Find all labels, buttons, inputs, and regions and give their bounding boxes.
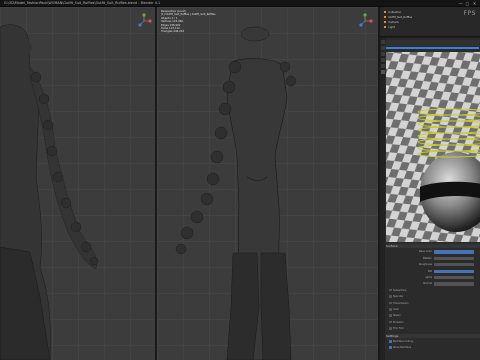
property-label: Normal [423,282,432,286]
property-checkbox-row: Coat [386,308,480,312]
property-row: Metallic [386,256,480,261]
tab-modifiers[interactable] [380,64,385,68]
property-field[interactable] [434,263,474,267]
checkbox[interactable] [389,308,392,311]
property-row: Base Color [386,250,480,254]
checkbox-label: Subsurface [393,288,407,292]
checkbox-label: Specular [393,295,404,299]
preview-render [386,52,480,242]
outliner-item[interactable]: Camera [384,21,399,25]
checkbox-label: Emission [393,320,404,324]
section-label: Settings [386,333,399,338]
property-row: Alpha [386,276,480,280]
viewport-right[interactable]: Perspective (Local) (1) Outfit_Suit_Ruff… [157,7,378,360]
checkbox-label: Thin Film [393,327,404,331]
property-checkbox-row: Emission [386,320,480,325]
property-label: Roughness [418,263,432,267]
property-field[interactable] [434,269,474,273]
fps-overlay: FPS [463,10,476,17]
checkbox[interactable] [389,327,392,330]
checkbox-label: Transmission [393,301,409,305]
camera-icon [384,21,387,24]
navigation-gizmo-right[interactable] [357,13,373,29]
outliner-item[interactable]: Outfit_Suit_Ruffles [384,16,412,20]
property-field[interactable] [434,282,474,286]
property-checkbox-row: Specular [386,295,480,299]
tab-output[interactable] [380,46,385,50]
viewport-right-stats: Perspective (Local) (1) Outfit_Suit_Ruff… [161,10,216,34]
checkbox[interactable] [389,314,392,317]
maximize-button[interactable]: □ [465,1,470,6]
property-row: IOR [386,269,480,274]
material-slot-header[interactable] [386,40,479,46]
light-icon [384,26,387,29]
property-checkbox-row: Sheen [386,314,480,318]
checkbox-label: Sheen [393,314,401,318]
checkbox[interactable] [389,288,392,292]
checkbox-label: Coat [393,308,399,311]
property-checkbox-row: Show Backface [386,346,480,350]
close-button[interactable]: ✕ [472,1,477,6]
panel-section-header[interactable]: Surface [386,244,480,248]
collection-icon [384,11,387,14]
material-preview [386,52,480,242]
checkbox-label: Show Backface [393,346,412,350]
tab-object[interactable] [380,58,385,62]
property-field[interactable] [434,250,474,254]
properties-panel: Surface Base Color Metallic Roughness IOR Alp… [380,38,480,360]
window-title: G:\3D\Model_FashionPack\WOMAN\Outfit_Sui… [4,1,161,5]
character-back-model [0,24,99,360]
property-label: IOR [427,269,432,273]
checkbox[interactable] [389,320,392,324]
minimize-button[interactable]: — [458,1,463,6]
checkbox-label: Backface Culling [393,340,413,343]
checkbox[interactable] [389,301,392,305]
mesh-icon [384,16,387,19]
title-bar: G:\3D\Model_FashionPack\WOMAN\Outfit_Sui… [0,0,480,7]
tab-material[interactable] [380,70,385,74]
checkbox[interactable] [389,346,392,349]
navigation-gizmo-left[interactable] [136,13,152,29]
property-field[interactable] [434,256,474,260]
panel-section-header[interactable]: Settings [386,333,480,338]
property-label: Alpha [425,276,432,279]
property-checkbox-row: Subsurface [386,288,480,293]
outliner-panel[interactable]: FPS Collection Outfit_Suit_Ruffles Camer… [380,7,480,37]
section-label: Surface [386,244,398,248]
outliner-item[interactable]: Collection [384,11,401,15]
property-label: Metallic [422,256,432,260]
property-label: Base Color [419,250,432,254]
stat-line: Triangles 246,224 [161,30,185,34]
checkbox[interactable] [389,295,392,298]
property-checkbox-row: Backface Culling [386,340,480,344]
checkbox[interactable] [389,340,392,343]
property-checkbox-row: Thin Film [386,327,480,331]
property-checkbox-row: Transmission [386,301,480,306]
character-back-model-right [175,26,297,360]
properties-tabs [380,38,385,360]
property-row: Normal [386,282,480,286]
property-row: Roughness [386,263,480,267]
tab-render[interactable] [380,40,385,44]
tab-scene[interactable] [380,52,385,56]
outliner-item[interactable]: Light [384,26,395,30]
active-material-bar[interactable] [386,47,479,49]
viewport-left[interactable] [0,7,155,360]
property-field[interactable] [434,276,474,280]
